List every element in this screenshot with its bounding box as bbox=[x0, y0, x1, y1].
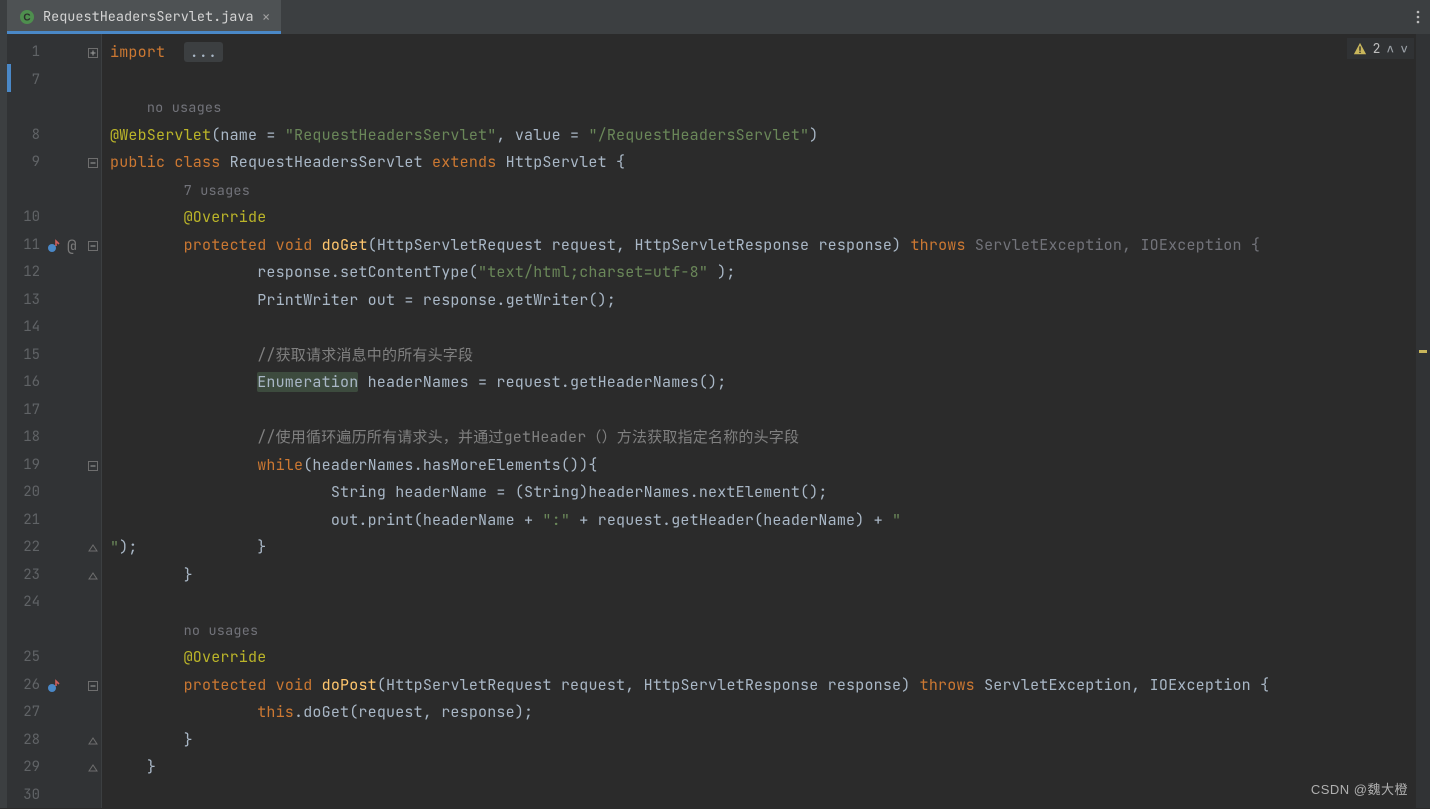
code-line[interactable]: @WebServlet(name = "RequestHeadersServle… bbox=[110, 122, 818, 150]
tab-overflow-button[interactable] bbox=[1406, 0, 1430, 34]
line-number[interactable]: 29 bbox=[7, 754, 40, 782]
svg-text:C: C bbox=[23, 13, 30, 24]
line-number[interactable]: 10 bbox=[7, 204, 40, 232]
override-gutter-icon[interactable] bbox=[47, 678, 61, 698]
line-number[interactable]: 16 bbox=[7, 369, 40, 397]
fold-toggle-icon[interactable] bbox=[88, 543, 98, 553]
line-number[interactable]: 26 bbox=[7, 672, 40, 700]
code-line[interactable]: public class RequestHeadersServlet exten… bbox=[110, 149, 625, 177]
code-line[interactable]: protected void doPost(HttpServletRequest… bbox=[110, 672, 1269, 700]
code-line[interactable]: } bbox=[110, 754, 156, 782]
line-number[interactable]: 9 bbox=[7, 149, 40, 177]
code-line[interactable]: import ... bbox=[110, 39, 223, 67]
editor-tab-bar: C RequestHeadersServlet.java × bbox=[7, 0, 1430, 34]
line-number[interactable]: 18 bbox=[7, 424, 40, 452]
line-number[interactable]: 12 bbox=[7, 259, 40, 287]
left-tool-strip bbox=[0, 0, 7, 808]
line-number[interactable]: 22 bbox=[7, 534, 40, 562]
line-number[interactable]: 20 bbox=[7, 479, 40, 507]
fold-toggle-icon[interactable] bbox=[88, 736, 98, 746]
fold-toggle-icon[interactable] bbox=[88, 763, 98, 773]
fold-toggle-icon[interactable] bbox=[88, 571, 98, 581]
line-number[interactable]: 17 bbox=[7, 397, 40, 425]
tab-label: RequestHeadersServlet.java bbox=[43, 8, 254, 26]
line-number[interactable]: 25 bbox=[7, 644, 40, 672]
code-line[interactable]: String headerName = (String)headerNames.… bbox=[110, 479, 828, 507]
warning-icon bbox=[1353, 42, 1367, 56]
warning-count: 2 bbox=[1373, 40, 1381, 57]
code-line[interactable]: protected void doGet(HttpServletRequest … bbox=[110, 232, 1260, 260]
warning-marker[interactable] bbox=[1419, 350, 1427, 353]
code-line[interactable]: @Override bbox=[110, 644, 266, 672]
fold-toggle-icon[interactable] bbox=[88, 48, 98, 58]
code-area[interactable]: import ... no usages@WebServlet(name = "… bbox=[102, 34, 1416, 808]
close-tab-icon[interactable]: × bbox=[262, 10, 271, 25]
fold-toggle-icon[interactable] bbox=[88, 681, 98, 691]
line-number[interactable]: 23 bbox=[7, 562, 40, 590]
line-number[interactable]: 28 bbox=[7, 727, 40, 755]
code-line[interactable]: } bbox=[110, 562, 193, 590]
line-number[interactable]: 14 bbox=[7, 314, 40, 342]
code-line[interactable]: this.doGet(request, response); bbox=[110, 699, 533, 727]
line-number[interactable]: 7 bbox=[7, 67, 40, 95]
line-number[interactable]: 13 bbox=[7, 287, 40, 315]
fold-toggle-icon[interactable] bbox=[88, 461, 98, 471]
fold-toggle-icon[interactable] bbox=[88, 241, 98, 251]
code-line[interactable]: out.print(headerName + ":" + request.get… bbox=[110, 507, 901, 535]
class-file-icon: C bbox=[19, 9, 35, 25]
gutter-annotation-icon: @ bbox=[67, 235, 77, 256]
code-line[interactable]: response.setContentType("text/html;chars… bbox=[110, 259, 736, 287]
error-stripe[interactable] bbox=[1416, 34, 1430, 808]
tab-requestheaders[interactable]: C RequestHeadersServlet.java × bbox=[7, 0, 281, 34]
line-number[interactable]: 27 bbox=[7, 699, 40, 727]
inlay-hint: no usages bbox=[110, 94, 222, 122]
gutter[interactable]: 17891011@1213141516171819202122232425262… bbox=[7, 34, 102, 808]
code-line[interactable]: //获取请求消息中的所有头字段 bbox=[110, 342, 473, 370]
code-line[interactable]: //使用循环遍历所有请求头，并通过getHeader（）方法获取指定名称的头字段 bbox=[110, 424, 799, 452]
inlay-hint: no usages bbox=[110, 617, 258, 645]
inspection-widget[interactable]: 2 ∧ ∨ bbox=[1347, 38, 1414, 59]
code-line[interactable]: Enumeration headerNames = request.getHea… bbox=[110, 369, 726, 397]
line-number[interactable]: 8 bbox=[7, 122, 40, 150]
line-number[interactable]: 19 bbox=[7, 452, 40, 480]
code-line[interactable]: while(headerNames.hasMoreElements()){ bbox=[110, 452, 598, 480]
line-number[interactable]: 24 bbox=[7, 589, 40, 617]
code-line[interactable]: } bbox=[110, 534, 266, 562]
line-number[interactable]: 30 bbox=[7, 782, 40, 809]
watermark: CSDN @魏大橙 bbox=[1311, 779, 1408, 798]
inlay-hint: 7 usages bbox=[110, 177, 250, 205]
fold-toggle-icon[interactable] bbox=[88, 158, 98, 168]
inspection-down-icon[interactable]: ∨ bbox=[1400, 40, 1408, 57]
override-gutter-icon[interactable] bbox=[47, 238, 61, 258]
line-number[interactable]: 1 bbox=[7, 39, 40, 67]
editor-area: 17891011@1213141516171819202122232425262… bbox=[7, 34, 1430, 808]
code-line[interactable]: PrintWriter out = response.getWriter(); bbox=[110, 287, 616, 315]
line-number[interactable]: 21 bbox=[7, 507, 40, 535]
line-number[interactable]: 15 bbox=[7, 342, 40, 370]
line-number[interactable]: 11 bbox=[7, 232, 40, 260]
code-line[interactable]: } bbox=[110, 727, 193, 755]
inspection-up-icon[interactable]: ∧ bbox=[1386, 40, 1394, 57]
code-line[interactable]: @Override bbox=[110, 204, 266, 232]
